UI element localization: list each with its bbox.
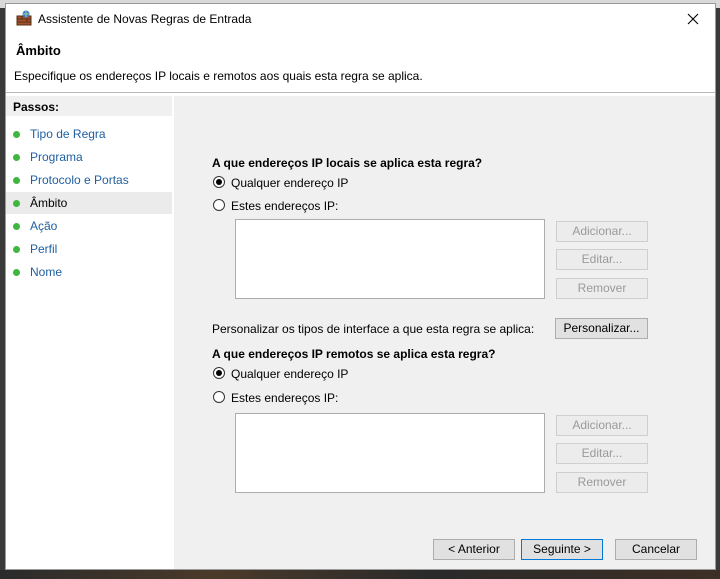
local-ip-question: A que endereços IP locais se aplica esta…	[212, 156, 483, 170]
remote-ip-listbox[interactable]	[235, 413, 545, 493]
step-complete-icon	[13, 131, 20, 138]
remote-ip-question: A que endereços IP remotos se aplica est…	[212, 347, 496, 361]
page-header: Âmbito Especifique os endereços IP locai…	[6, 34, 715, 92]
customize-button[interactable]: Personalizar...	[555, 318, 648, 339]
sidebar-item-label: Perfil	[30, 242, 58, 256]
steps-label: Passos:	[6, 96, 172, 116]
sidebar-item-label: Tipo de Regra	[30, 127, 106, 141]
radio-checked-indicator	[213, 367, 225, 379]
step-complete-icon	[13, 154, 20, 161]
radio-unchecked-indicator	[213, 199, 225, 211]
cancel-button[interactable]: Cancelar	[615, 539, 697, 560]
local-add-button[interactable]: Adicionar...	[556, 221, 648, 242]
radio-checked-indicator	[213, 176, 225, 188]
interface-types-label: Personalizar os tipos de interface a que…	[212, 322, 535, 336]
sidebar-item-ambito[interactable]: Âmbito	[6, 192, 172, 214]
background-desktop-strip	[0, 570, 720, 579]
local-remove-button[interactable]: Remover	[556, 278, 648, 299]
content-panel: A que endereços IP locais se aplica esta…	[174, 96, 715, 569]
radio-label: Qualquer endereço IP	[231, 367, 349, 381]
sidebar-item-tipo-de-regra[interactable]: Tipo de Regra	[6, 123, 172, 145]
local-ip-listbox[interactable]	[235, 219, 545, 299]
local-edit-button[interactable]: Editar...	[556, 249, 648, 270]
sidebar-item-protocolo-e-portas[interactable]: Protocolo e Portas	[6, 169, 172, 191]
page-description: Especifique os endereços IP locais e rem…	[14, 69, 423, 83]
sidebar-item-programa[interactable]: Programa	[6, 146, 172, 168]
steps-sidebar: Passos: Tipo de Regra Programa Protocolo…	[6, 96, 174, 569]
remote-edit-button[interactable]: Editar...	[556, 443, 648, 464]
step-complete-icon	[13, 177, 20, 184]
firewall-icon	[16, 10, 32, 26]
remote-remove-button[interactable]: Remover	[556, 472, 648, 493]
sidebar-item-label: Protocolo e Portas	[30, 173, 129, 187]
sidebar-item-acao[interactable]: Ação	[6, 215, 172, 237]
sidebar-item-perfil[interactable]: Perfil	[6, 238, 172, 260]
sidebar-item-label: Programa	[30, 150, 83, 164]
radio-label: Estes endereços IP:	[231, 391, 339, 405]
radio-unchecked-indicator	[213, 391, 225, 403]
radio-label: Qualquer endereço IP	[231, 176, 349, 190]
header-divider	[6, 92, 715, 93]
sidebar-item-label: Âmbito	[30, 196, 68, 210]
sidebar-item-label: Nome	[30, 265, 63, 279]
step-current-icon	[13, 200, 20, 207]
remote-add-button[interactable]: Adicionar...	[556, 415, 648, 436]
step-pending-icon	[13, 246, 20, 253]
sidebar-item-label: Ação	[30, 219, 58, 233]
back-button[interactable]: < Anterior	[433, 539, 515, 560]
window-title: Assistente de Novas Regras de Entrada	[38, 12, 252, 26]
radio-label: Estes endereços IP:	[231, 199, 339, 213]
page-title: Âmbito	[16, 43, 61, 58]
title-bar: Assistente de Novas Regras de Entrada	[6, 4, 715, 34]
step-pending-icon	[13, 223, 20, 230]
sidebar-item-nome[interactable]: Nome	[6, 261, 172, 283]
next-button[interactable]: Seguinte >	[521, 539, 603, 560]
step-pending-icon	[13, 269, 20, 276]
close-button[interactable]	[671, 4, 715, 34]
wizard-dialog: Assistente de Novas Regras de Entrada Âm…	[5, 3, 716, 570]
close-icon	[687, 13, 699, 25]
